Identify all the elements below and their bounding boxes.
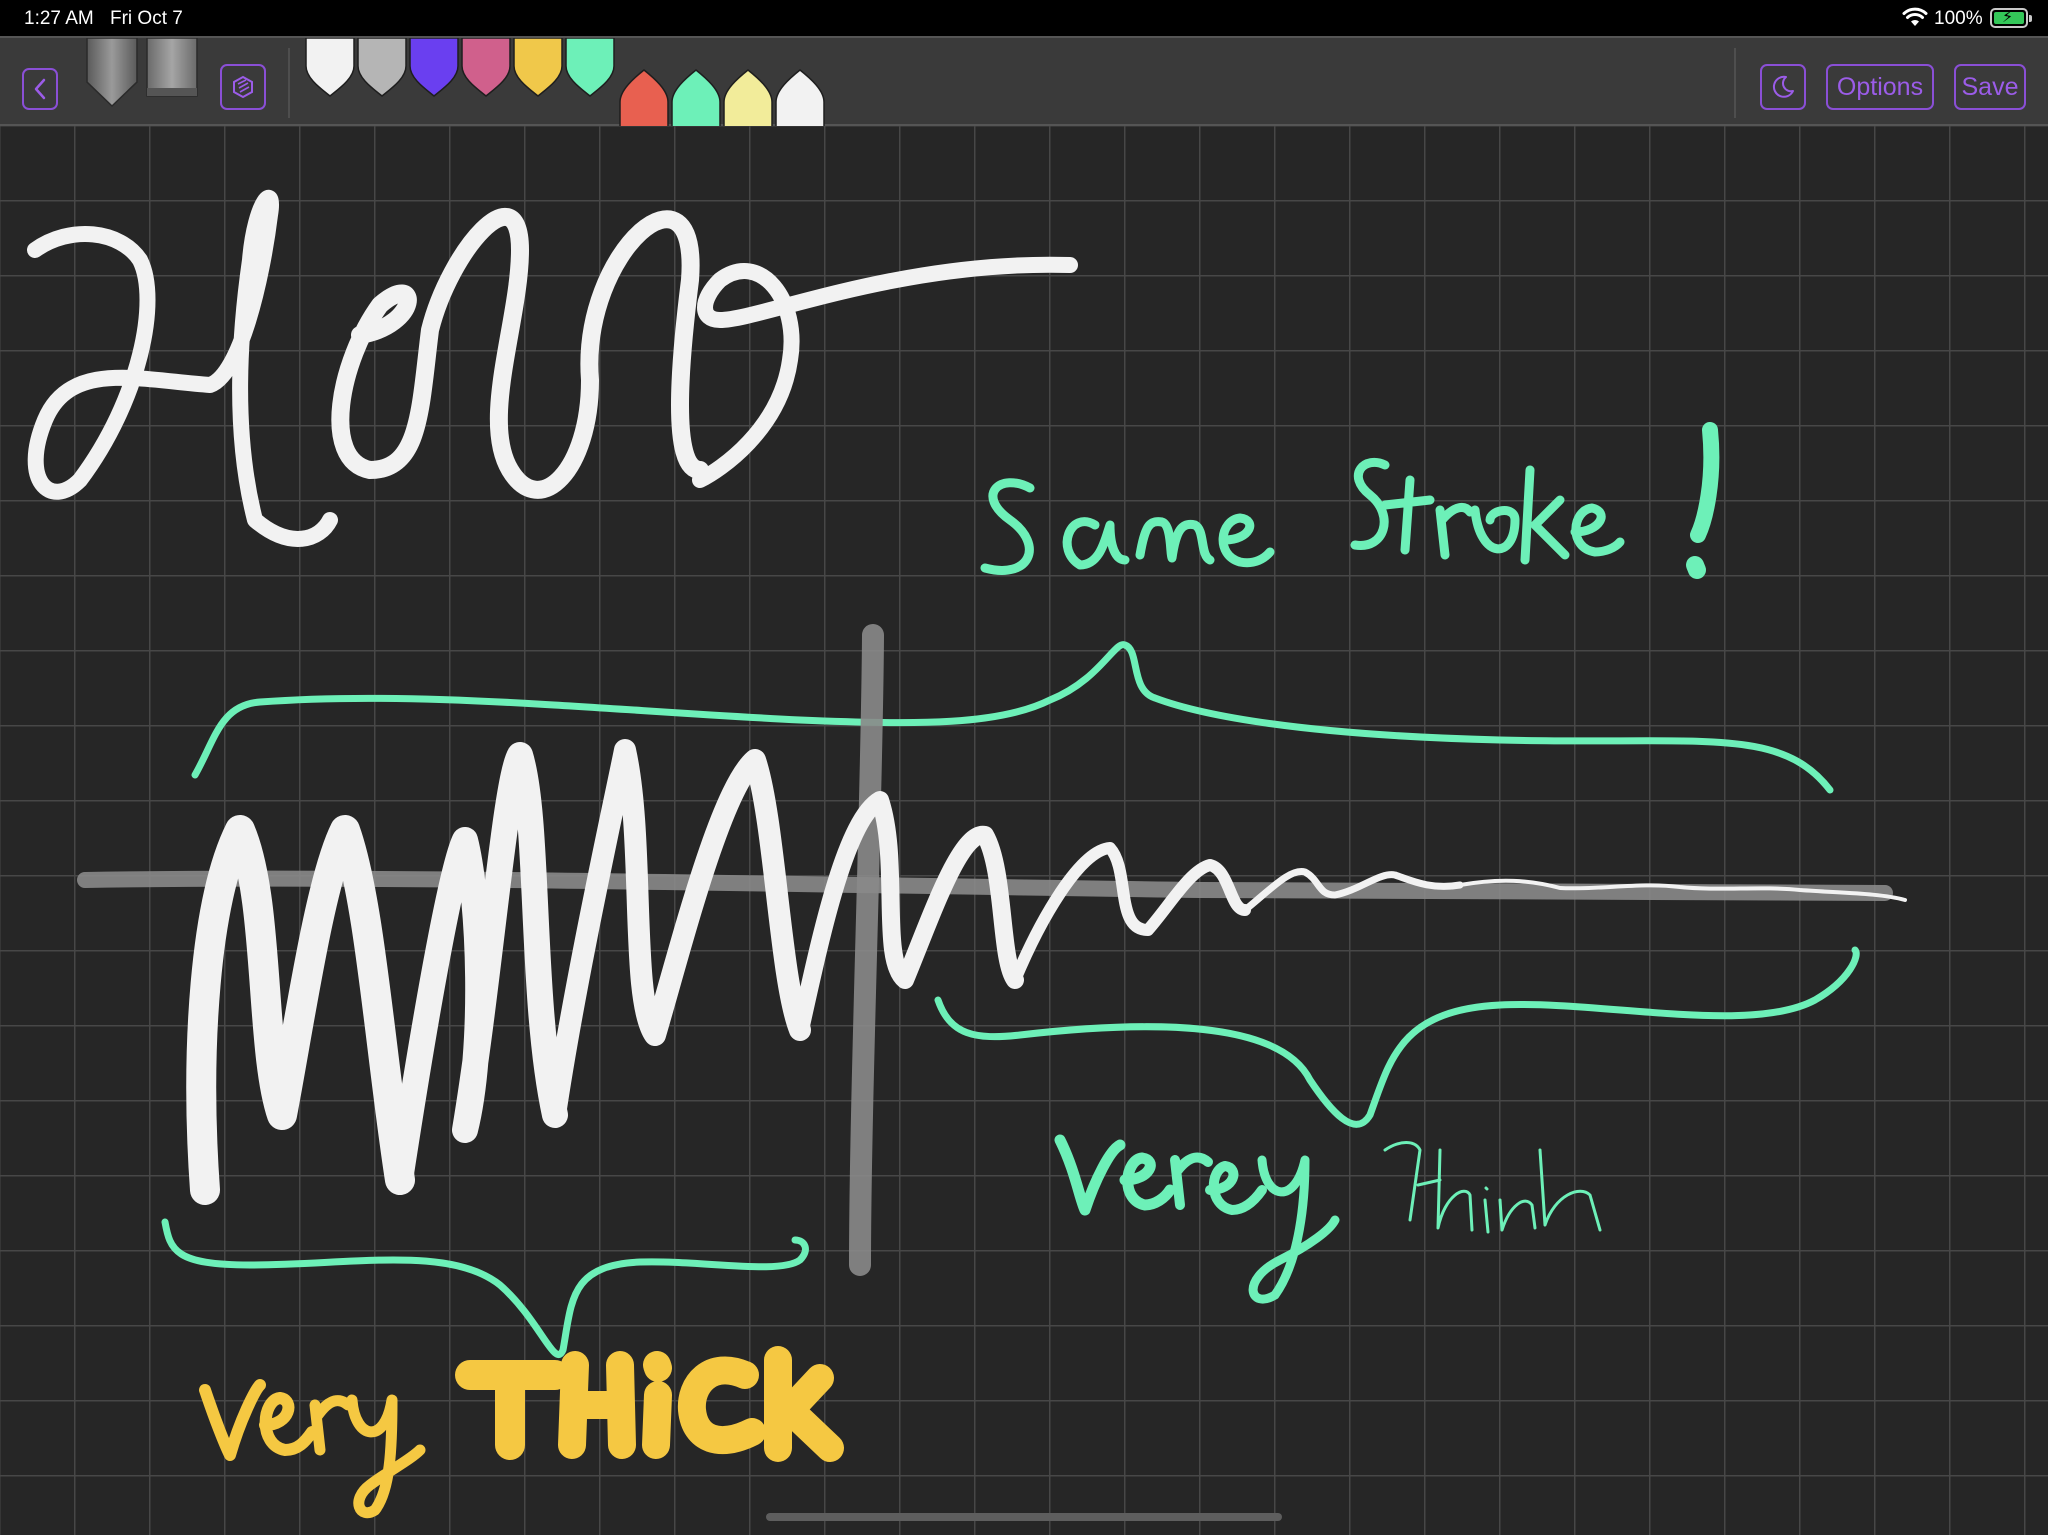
stroke-very-thin xyxy=(1054,1134,1602,1304)
gray-vertical-line xyxy=(849,624,884,1276)
brace-top xyxy=(191,641,1834,794)
brace-very-thick xyxy=(161,1218,809,1359)
stroke-hello xyxy=(27,189,1078,547)
stroke-very-thick xyxy=(199,1346,844,1519)
drawing-layer xyxy=(27,189,1907,1519)
stroke-same-stroke xyxy=(980,422,1720,579)
home-indicator xyxy=(766,1513,1282,1521)
brace-very-thin xyxy=(934,946,1860,1128)
stroke-zigzag xyxy=(186,739,1907,1205)
